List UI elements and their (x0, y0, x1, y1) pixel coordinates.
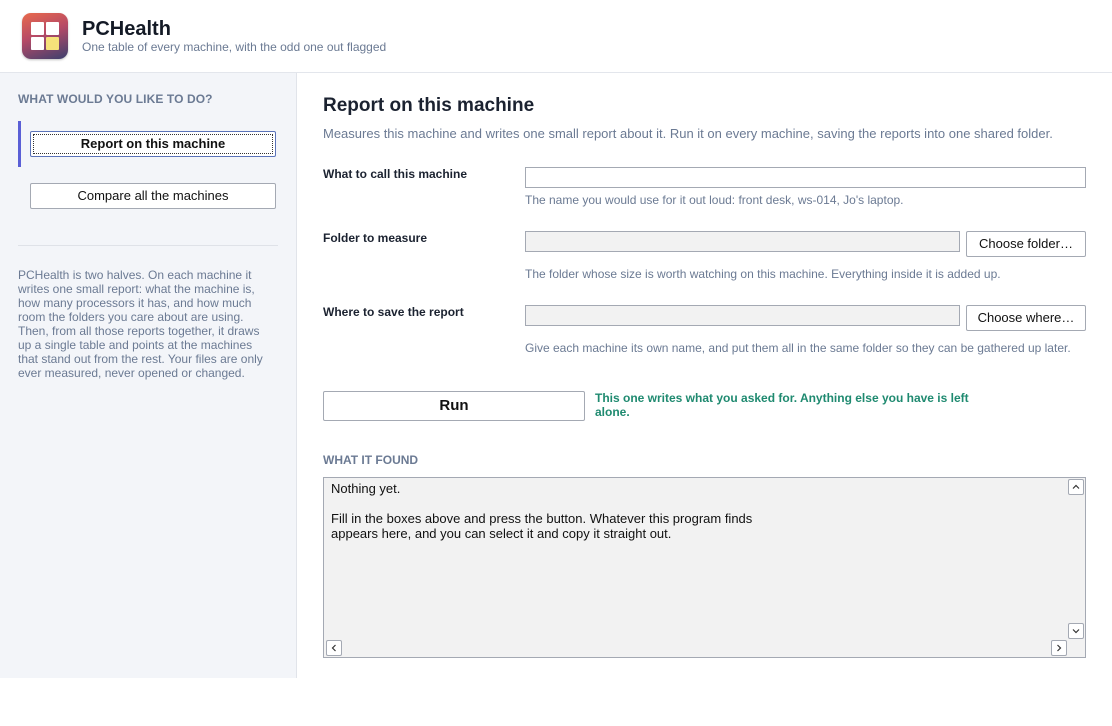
sidebar-divider (18, 245, 278, 246)
choose-folder-button[interactable]: Choose folder… (966, 231, 1086, 257)
page-description: Measures this machine and writes one sma… (323, 126, 1053, 141)
output-heading: WHAT IT FOUND (323, 453, 419, 467)
sidebar-heading: WHAT WOULD YOU LIKE TO DO? (18, 92, 213, 106)
save-location-input[interactable] (525, 305, 960, 326)
main-panel: Report on this machine Measures this mac… (298, 73, 1112, 678)
sidebar: WHAT WOULD YOU LIKE TO DO? Report on thi… (0, 73, 297, 678)
run-note: This one writes what you asked for. Anyt… (595, 391, 969, 419)
page-title: Report on this machine (323, 95, 535, 116)
chevron-right-icon (1057, 644, 1062, 652)
scroll-down-button[interactable] (1068, 623, 1084, 639)
app-grid-logo-icon (22, 13, 68, 59)
chevron-up-icon (1072, 484, 1080, 489)
output-textarea[interactable]: Nothing yet. Fill in the boxes above and… (323, 477, 1086, 658)
scroll-up-button[interactable] (1068, 479, 1084, 495)
chevron-left-icon (331, 644, 336, 652)
save-location-help: Give each machine its own name, and put … (525, 341, 1071, 355)
nav-compare-button[interactable]: Compare all the machines (30, 183, 276, 209)
sidebar-about-text: PCHealth is two halves. On each machine … (18, 268, 263, 380)
folder-path-input[interactable] (525, 231, 960, 252)
app-header: PCHealth One table of every machine, wit… (0, 0, 1112, 73)
folder-help: The folder whose size is worth watching … (525, 267, 1001, 281)
folder-label: Folder to measure (323, 231, 428, 245)
machine-name-input[interactable] (525, 167, 1086, 188)
save-location-label: Where to save the report (323, 305, 464, 319)
app-title: PCHealth (82, 18, 171, 40)
scroll-right-button[interactable] (1051, 640, 1067, 656)
choose-where-button[interactable]: Choose where… (966, 305, 1086, 331)
machine-name-label: What to call this machine (323, 167, 468, 181)
machine-name-help: The name you would use for it out loud: … (525, 193, 904, 207)
app-subtitle: One table of every machine, with the odd… (82, 40, 387, 54)
active-indicator (18, 121, 21, 167)
run-button[interactable]: Run (323, 391, 585, 421)
nav-report-button[interactable]: Report on this machine (30, 131, 276, 157)
chevron-down-icon (1072, 629, 1080, 634)
scroll-left-button[interactable] (326, 640, 342, 656)
output-text[interactable]: Nothing yet. Fill in the boxes above and… (331, 481, 1061, 541)
